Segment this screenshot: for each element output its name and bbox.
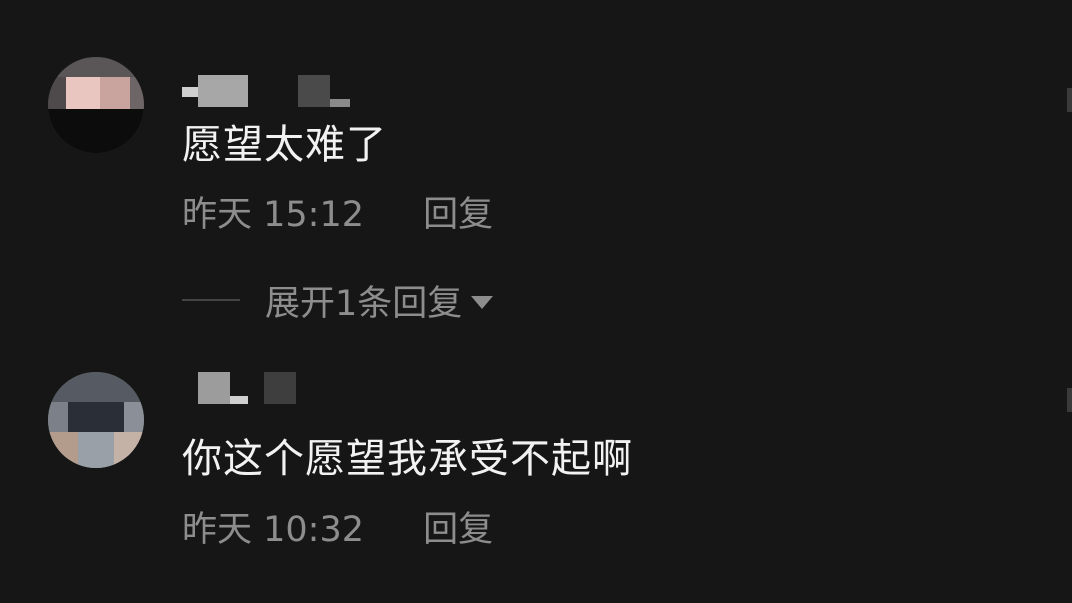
username-redacted[interactable]	[182, 370, 312, 406]
avatar-pixel	[100, 77, 130, 109]
divider-line	[182, 299, 240, 301]
avatar-pixel	[48, 77, 66, 109]
comment-text: 你这个愿望我承受不起啊	[182, 436, 633, 482]
avatar-pixel	[130, 77, 144, 109]
redaction-block	[182, 87, 198, 97]
scroll-edge	[1067, 88, 1072, 112]
comment-meta: 昨天 10:32 回复	[182, 510, 493, 550]
comment-time: 昨天 10:32	[182, 510, 364, 550]
avatar-pixel	[114, 432, 144, 468]
comment-item: 愿望太难了 昨天 15:12 回复 展开1条回复	[0, 0, 1072, 340]
caret-down-icon	[471, 295, 494, 309]
avatar[interactable]	[48, 57, 144, 153]
username-redacted[interactable]	[182, 73, 352, 109]
comment-time: 昨天 15:12	[182, 195, 364, 235]
expand-replies-button[interactable]: 展开1条回复	[182, 279, 494, 324]
reply-button[interactable]: 回复	[423, 510, 493, 550]
scroll-edge	[1067, 388, 1072, 412]
avatar-pixel	[48, 432, 78, 468]
avatar-pixel	[124, 402, 144, 432]
redaction-block	[198, 75, 248, 107]
redaction-block	[330, 99, 350, 107]
avatar-pixel	[66, 77, 100, 109]
avatar-pixel	[48, 402, 68, 432]
redaction-block	[198, 372, 230, 404]
avatar-pixel	[68, 402, 124, 432]
avatar-pixel	[48, 57, 144, 77]
expand-replies-label: 展开1条回复	[265, 283, 463, 324]
avatar-pixel	[78, 432, 114, 468]
redaction-block	[230, 396, 248, 404]
redaction-block	[264, 372, 296, 404]
redaction-block	[298, 75, 330, 107]
comment-text: 愿望太难了	[182, 122, 387, 168]
avatar-pixel	[48, 109, 144, 153]
avatar-pixel	[48, 372, 144, 402]
reply-button[interactable]: 回复	[423, 195, 493, 235]
comment-meta: 昨天 15:12 回复	[182, 195, 493, 235]
avatar[interactable]	[48, 372, 144, 468]
